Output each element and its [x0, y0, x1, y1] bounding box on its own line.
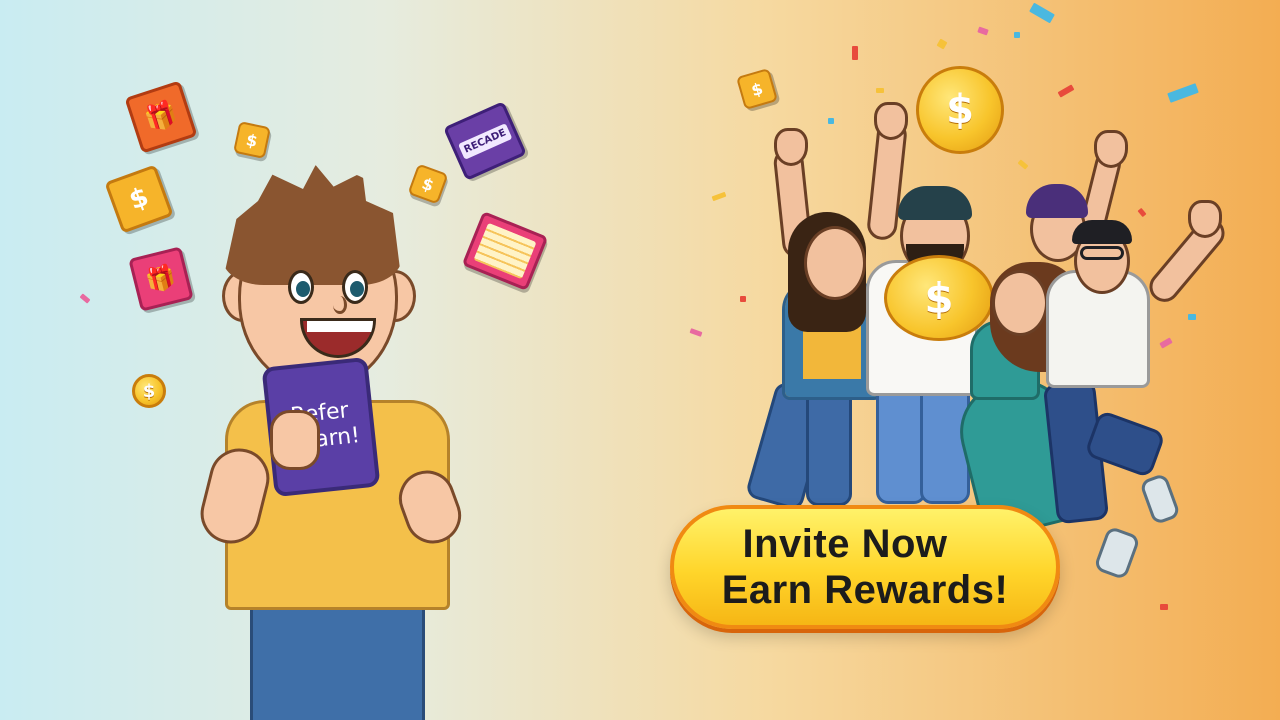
cta-line1: Invite Now [742, 522, 948, 566]
coupon-card-icon [461, 211, 549, 291]
dollar-tile-icon: $ [233, 121, 271, 159]
dollar-tile-icon: $ [104, 164, 174, 234]
dollar-tile-icon: $ [407, 163, 449, 205]
voucher-card-icon: RECADE [443, 101, 527, 181]
cta-line2: Earn Rewards! [721, 568, 1009, 612]
gift-card-icon: 🎁 [128, 246, 194, 312]
gift-card-icon: 🎁 [124, 80, 198, 154]
dollar-tile-icon: $ [735, 67, 779, 111]
invite-now-button[interactable]: Invite Now Earn Rewards! [670, 505, 1060, 629]
coin-icon: $ [916, 66, 1004, 154]
referral-banner: 🎁 $ $ 🎁 RECADE $ $ Refer &earn! $ $ $ In… [0, 0, 1280, 720]
coin-icon: $ [132, 374, 166, 408]
